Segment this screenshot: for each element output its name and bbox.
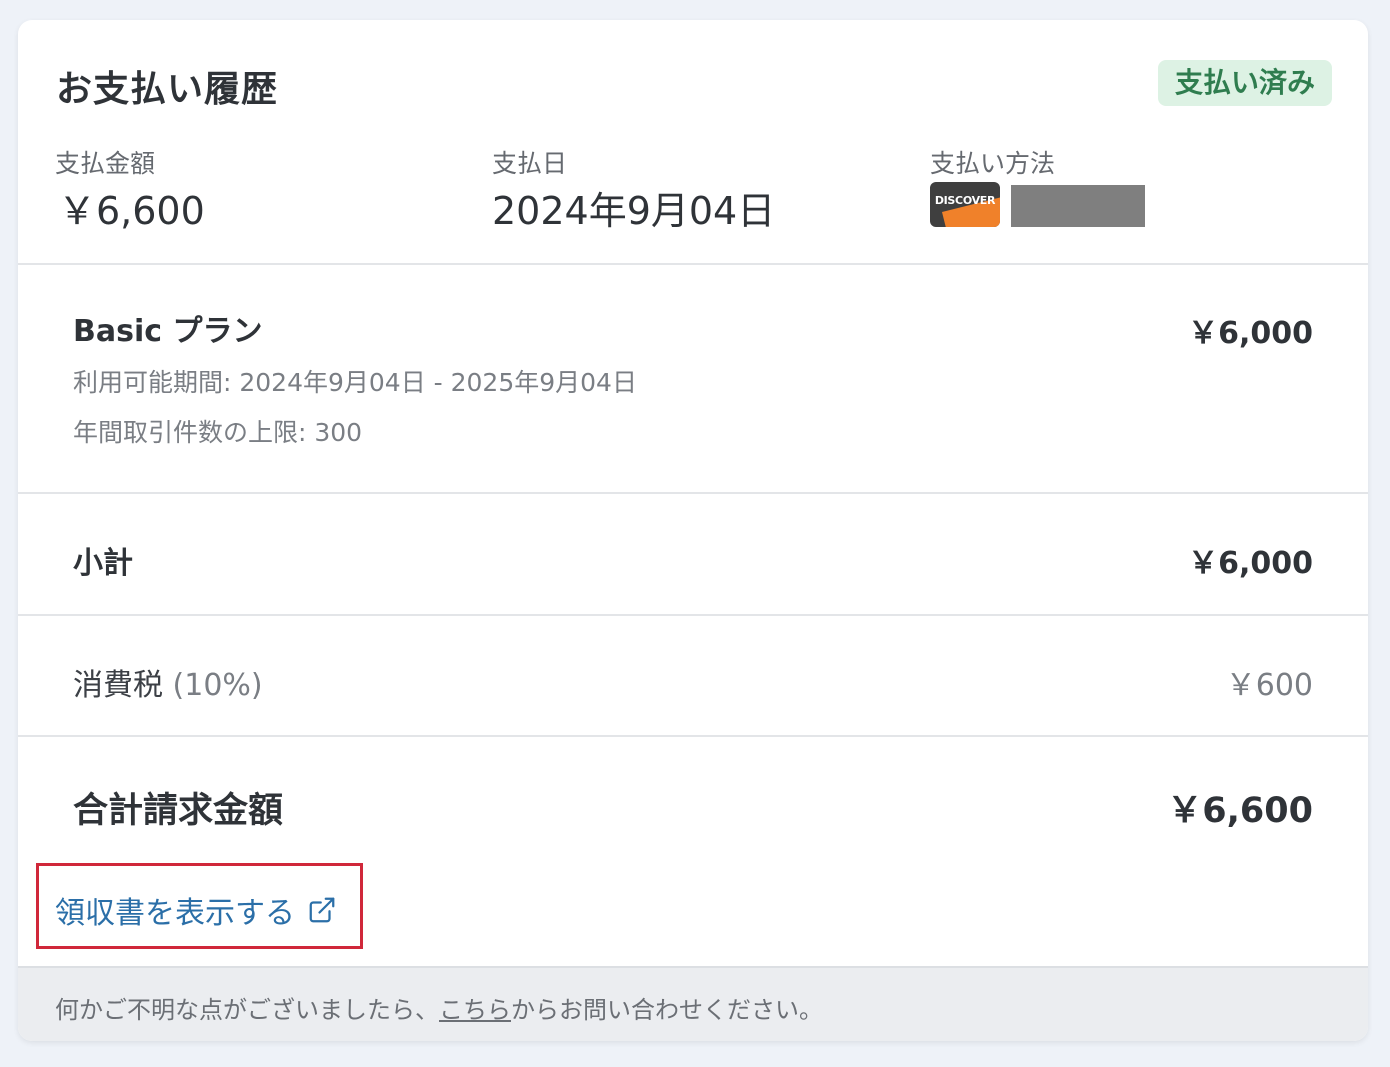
plan-price: ￥6,000: [1188, 316, 1313, 351]
amount-label: 支払金額: [55, 149, 156, 178]
tax-value: ￥600: [1225, 668, 1313, 703]
footer: 何かご不明な点がございましたら、こちらからお問い合わせください。: [18, 966, 1368, 1041]
divider: [18, 735, 1368, 737]
discover-card-icon: DISCOVER: [930, 182, 1000, 227]
date-label: 支払日: [492, 149, 568, 178]
amount-value: ￥6,600: [58, 189, 205, 233]
view-receipt-label: 領収書を表示する: [55, 896, 295, 931]
view-receipt-link[interactable]: 領収書を表示する: [55, 888, 337, 932]
plan-period: 利用可能期間: 2024年9月04日 - 2025年9月04日: [73, 368, 637, 397]
plan-name: Basic プラン: [73, 314, 263, 349]
subtotal-value: ￥6,000: [1188, 546, 1313, 581]
total-value: ￥6,600: [1167, 791, 1313, 831]
tax-label: 消費税: [73, 668, 163, 703]
external-link-icon: [309, 897, 335, 923]
footer-text-before: 何かご不明な点がございましたら、: [55, 996, 439, 1024]
total-label: 合計請求金額: [73, 791, 284, 831]
status-badge: 支払い済み: [1157, 60, 1332, 106]
tax-rate: (10%): [172, 668, 263, 703]
divider: [18, 614, 1368, 616]
page-title: お支払い履歴: [56, 69, 279, 110]
date-value: 2024年9月04日: [492, 189, 776, 233]
footer-text-after: からお問い合わせください。: [511, 996, 823, 1024]
payment-method-label: 支払い方法: [930, 149, 1056, 178]
payment-summary: お支払い履歴 支払い済み 支払金額 ￥6,600 支払日 2024年9月04日 …: [18, 20, 1368, 264]
receipt-highlight: 領収書を表示する: [36, 863, 363, 949]
tax-label-row: 消費税 (10%): [73, 660, 263, 704]
card-brand-text: DISCOVER: [934, 194, 996, 207]
divider: [18, 492, 1368, 494]
subtotal-label: 小計: [73, 546, 133, 581]
masked-card-number: [1011, 185, 1145, 227]
plan-limit: 年間取引件数の上限: 300: [73, 418, 363, 447]
payment-history-card: お支払い履歴 支払い済み 支払金額 ￥6,600 支払日 2024年9月04日 …: [18, 20, 1368, 1041]
footer-text: 何かご不明な点がございましたら、こちらからお問い合わせください。: [55, 990, 823, 1025]
divider: [18, 263, 1368, 265]
contact-link[interactable]: こちら: [439, 996, 511, 1024]
